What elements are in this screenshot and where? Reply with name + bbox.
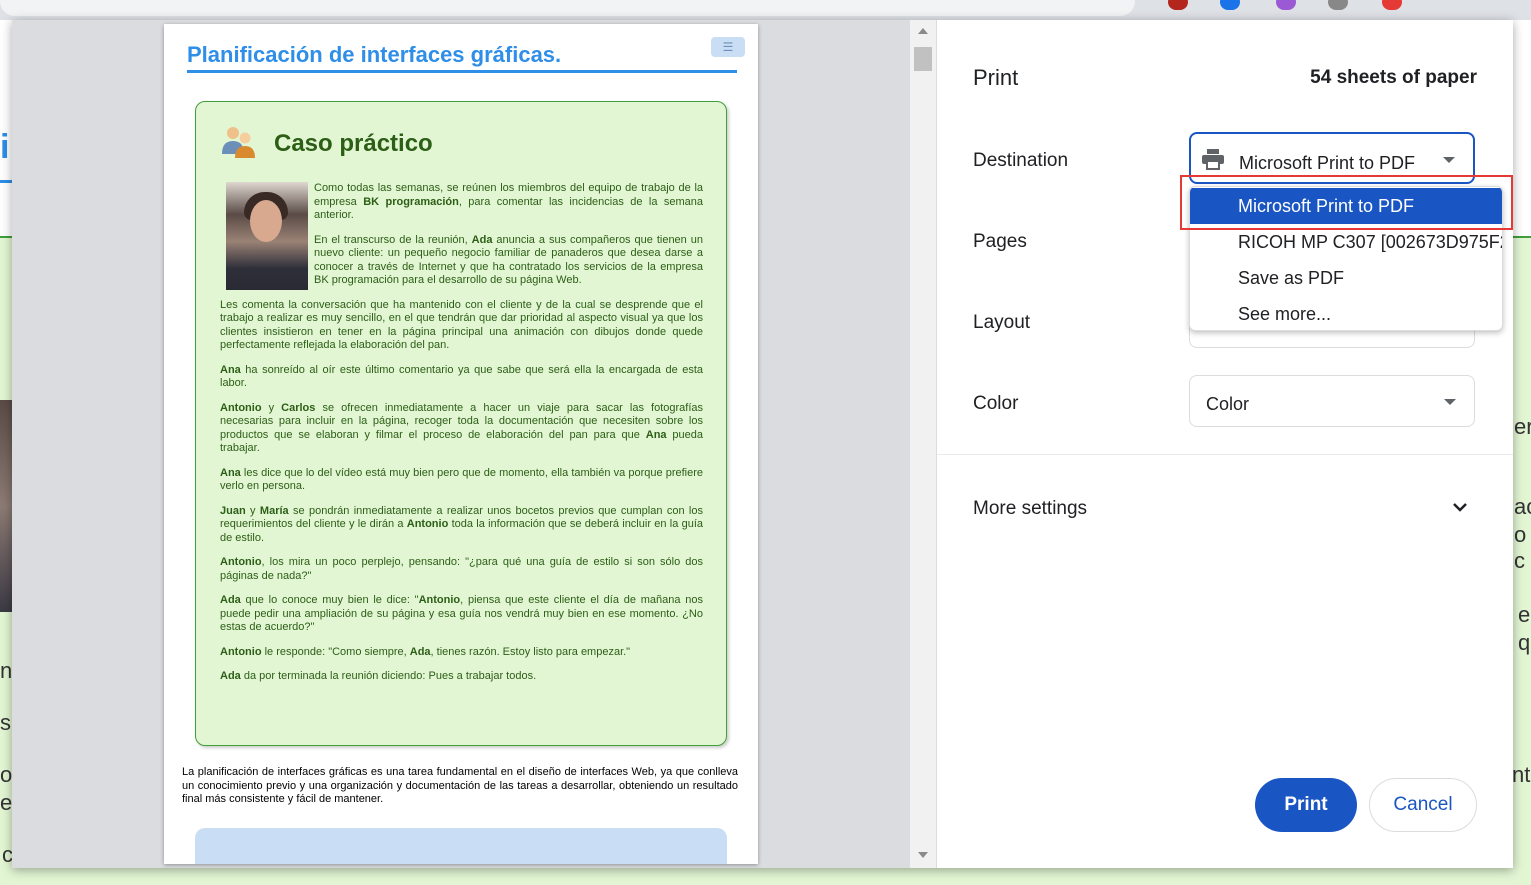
case-paragraph: Les comenta la conversación que ha mante… bbox=[220, 298, 703, 352]
highlight-annotation-box bbox=[1180, 175, 1513, 230]
print-preview-area[interactable]: Planificación de interfaces gráficas. ☰ … bbox=[12, 20, 937, 868]
dropdown-arrow-icon bbox=[1443, 157, 1455, 163]
case-paragraph: Ana ha sonreído al oír este último comen… bbox=[220, 363, 703, 390]
settings-divider bbox=[937, 454, 1513, 455]
extension-icon[interactable] bbox=[1220, 0, 1240, 10]
layout-label: Layout bbox=[973, 312, 1031, 333]
color-label: Color bbox=[973, 393, 1019, 414]
print-settings-panel: Print 54 sheets of paper Destination Mic… bbox=[937, 20, 1513, 868]
case-paragraph: Antonio, los mira un poco perplejo, pens… bbox=[220, 556, 703, 582]
preview-scrollbar[interactable] bbox=[910, 20, 936, 868]
color-value: Color bbox=[1206, 394, 1250, 414]
dropdown-arrow-icon bbox=[1444, 399, 1456, 405]
color-select[interactable]: Color bbox=[1189, 375, 1475, 427]
print-title: Print bbox=[973, 65, 1019, 90]
sheet-count: 54 sheets of paper bbox=[1310, 67, 1477, 88]
destination-option-see-more[interactable]: See more... bbox=[1190, 296, 1502, 330]
destination-value: Microsoft Print to PDF bbox=[1239, 153, 1416, 173]
extension-icon[interactable] bbox=[1328, 0, 1348, 10]
case-paragraph: Ada que lo conoce muy bien le dice: "Ant… bbox=[220, 594, 703, 633]
case-study-text: Como todas las semanas, se reúnen los mi… bbox=[220, 182, 703, 695]
scroll-down-arrow-icon[interactable] bbox=[918, 852, 928, 858]
background-text: e bbox=[1518, 602, 1531, 627]
extension-icon[interactable] bbox=[1382, 0, 1402, 10]
print-dialog: Planificación de interfaces gráficas. ☰ … bbox=[12, 20, 1513, 868]
document-title: Planificación de interfaces gráficas. bbox=[187, 42, 737, 73]
address-bar[interactable] bbox=[0, 0, 1135, 16]
extension-icon[interactable] bbox=[1168, 0, 1188, 10]
chevron-down-icon[interactable] bbox=[1451, 498, 1469, 516]
case-paragraph: Ada da por terminada la reunión diciendo… bbox=[220, 670, 537, 682]
case-study-title: Caso práctico bbox=[274, 130, 433, 157]
next-section-box bbox=[195, 828, 727, 864]
pages-label: Pages bbox=[973, 231, 1027, 252]
case-paragraph: Ana les dice que lo del vídeo está muy b… bbox=[220, 466, 703, 493]
background-text: er bbox=[1514, 414, 1531, 439]
background-text: ac bbox=[1514, 494, 1531, 519]
browser-toolbar bbox=[0, 0, 1531, 20]
scroll-thumb[interactable] bbox=[914, 47, 932, 71]
printer-icon bbox=[1202, 149, 1224, 170]
scroll-up-arrow-icon[interactable] bbox=[918, 28, 928, 34]
background-text: e bbox=[0, 790, 13, 815]
extension-icon[interactable] bbox=[1276, 0, 1296, 10]
preview-page: Planificación de interfaces gráficas. ☰ … bbox=[164, 24, 758, 864]
background-text: o bbox=[0, 762, 13, 787]
case-paragraph: Antonio le responde: "Como siempre, Ada,… bbox=[220, 645, 631, 658]
background-photo bbox=[0, 400, 12, 612]
case-study-box: Caso práctico Como todas las semanas, se… bbox=[195, 101, 727, 746]
background-text: q bbox=[1518, 630, 1531, 655]
background-text: n bbox=[0, 658, 13, 683]
destination-option-save-as-pdf[interactable]: Save as PDF bbox=[1190, 260, 1502, 296]
case-paragraph: Antonio y Carlos se ofrecen inmediatamen… bbox=[220, 401, 703, 455]
background-text: i bbox=[0, 128, 10, 166]
case-paragraph: Juan y María se pondrán inmediatamente a… bbox=[220, 504, 703, 544]
background-text: s bbox=[0, 710, 11, 735]
destination-label: Destination bbox=[973, 150, 1069, 171]
document-menu-icon: ☰ bbox=[711, 37, 745, 57]
background-text: o c bbox=[1514, 522, 1527, 573]
background-text: nt bbox=[1512, 762, 1531, 787]
more-settings-toggle[interactable]: More settings bbox=[973, 498, 1087, 520]
intro-paragraph: La planificación de interfaces gráficas … bbox=[182, 766, 738, 805]
cancel-button[interactable]: Cancel bbox=[1369, 778, 1477, 832]
background-title-underline bbox=[0, 180, 12, 183]
print-button[interactable]: Print bbox=[1255, 778, 1357, 832]
people-icon bbox=[222, 127, 255, 158]
